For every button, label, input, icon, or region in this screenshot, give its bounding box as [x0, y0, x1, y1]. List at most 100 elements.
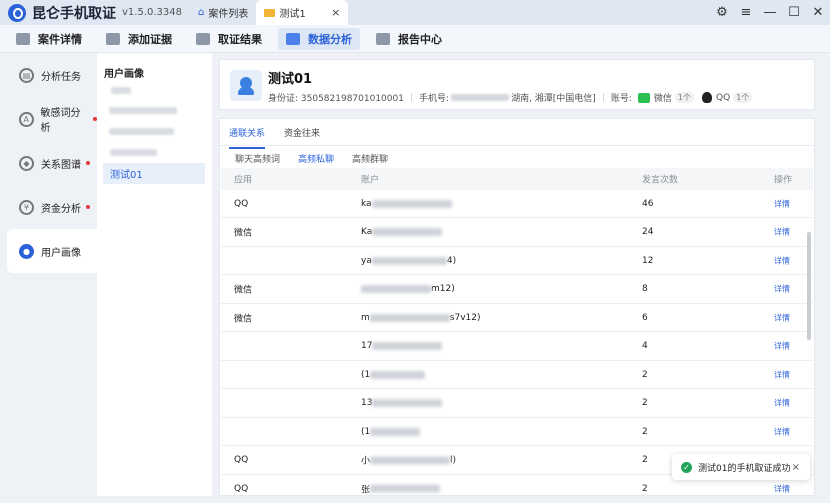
cell-account: ya 4)	[361, 256, 456, 266]
phone-location: 湖南, 湘潭[中国电信]	[511, 94, 596, 104]
funds-icon: ¥	[19, 199, 34, 215]
add-evidence-button[interactable]: 添加证据	[98, 28, 180, 50]
cell-app: QQ	[234, 455, 249, 465]
graph-icon: ◆	[19, 155, 34, 171]
account-prefix: 小	[361, 456, 371, 467]
sidebar-item-tasks[interactable]: ▤ 分析任务	[7, 53, 97, 97]
toast-message: 测试01的手机取证成功	[698, 463, 791, 474]
user-list-item-redacted[interactable]	[109, 107, 177, 114]
avatar	[230, 70, 262, 101]
scrollbar[interactable]	[807, 232, 811, 340]
details-link[interactable]: 详情	[774, 198, 790, 209]
sidebar: ▤ 分析任务 A 敏感词分析 ◆ 关系图谱 ¥ 资金分析 ● 用户画像	[0, 53, 97, 503]
sidebar-item-funds[interactable]: ¥ 资金分析	[7, 185, 97, 229]
user-list-item-redacted[interactable]	[110, 149, 157, 156]
account-redacted	[370, 427, 421, 436]
report-center-button[interactable]: 报告中心	[368, 28, 450, 50]
toolbar-label: 案件详情	[38, 32, 82, 46]
details-link[interactable]: 详情	[774, 227, 790, 238]
sidebar-item-relation-graph[interactable]: ◆ 关系图谱	[7, 141, 97, 185]
account-redacted	[371, 256, 447, 265]
toolbar-label: 报告中心	[398, 32, 442, 46]
col-account: 账户	[361, 175, 380, 186]
close-window-icon[interactable]: ✕	[806, 5, 830, 20]
account-suffix: 4)	[446, 255, 457, 266]
account-redacted	[371, 199, 452, 208]
cell-account: 17	[361, 341, 443, 351]
details-link[interactable]: 详情	[774, 426, 790, 437]
details-link[interactable]: 详情	[774, 483, 790, 494]
wechat-icon	[637, 92, 650, 103]
wechat-label[interactable]: 微信	[654, 91, 672, 104]
success-toast: ✓ 测试01的手机取证成功 ×	[672, 454, 810, 480]
maximize-icon[interactable]: ☐	[782, 5, 806, 20]
col-action: 操作	[774, 175, 793, 186]
cell-app: QQ	[234, 483, 249, 494]
user-body-icon	[238, 87, 254, 95]
table-row: 微信 Ka 24 详情	[221, 219, 813, 247]
task-icon: ▤	[19, 67, 34, 83]
separator: |	[601, 92, 605, 103]
account-suffix: m12)	[431, 284, 455, 294]
account-suffix: s7v12)	[449, 312, 481, 323]
sidebar-item-user-profile[interactable]: ● 用户画像	[7, 229, 97, 273]
details-link[interactable]: 详情	[774, 312, 790, 323]
toolbar-label: 取证结果	[218, 32, 262, 46]
table-row: 17 4 详情	[221, 333, 813, 361]
account-redacted	[372, 399, 443, 407]
home-icon: ⌂	[198, 7, 205, 18]
cell-app: QQ	[234, 198, 249, 209]
add-evidence-icon	[106, 32, 120, 45]
account-redacted	[372, 228, 443, 236]
user-list-panel: 用户画像 测试01	[97, 53, 212, 496]
close-toast-icon[interactable]: ×	[792, 462, 800, 473]
tab-test1[interactable]: 测试1 ×	[256, 0, 349, 25]
cell-count: 2	[642, 426, 648, 437]
details-link[interactable]: 详情	[774, 284, 790, 295]
tab-label: 测试1	[279, 9, 306, 20]
case-detail-button[interactable]: 案件详情	[8, 28, 90, 50]
details-link[interactable]: 详情	[774, 369, 790, 380]
account-prefix: ya	[361, 255, 372, 266]
account-prefix: 张	[361, 485, 371, 495]
id-number: 身份证: 350582198701010001	[268, 94, 404, 104]
user-list-item-selected[interactable]: 测试01	[103, 163, 205, 184]
details-link[interactable]: 详情	[774, 398, 790, 409]
cell-account: ka	[361, 199, 452, 209]
qq-icon	[702, 92, 713, 103]
details-link[interactable]: 详情	[774, 255, 790, 266]
check-icon: ✓	[681, 461, 692, 473]
user-list-item-redacted[interactable]	[109, 128, 174, 135]
tab-frequent-group-chat[interactable]: 高频群聊	[352, 152, 388, 165]
col-app: 应用	[234, 175, 253, 186]
cell-app: 微信	[234, 285, 253, 296]
cell-count: 8	[642, 284, 648, 294]
account-redacted	[370, 370, 426, 379]
result-button[interactable]: 取证结果	[188, 28, 270, 50]
account-redacted	[370, 484, 441, 493]
analysis-panel: 通联关系 资金往来 聊天高频词 高频私聊 高频群聊 应用 账户 发言次数 操作 …	[219, 118, 815, 496]
cell-count: 24	[642, 227, 654, 237]
qq-label[interactable]: QQ	[716, 93, 730, 103]
tab-chat-frequent-words[interactable]: 聊天高频词	[235, 152, 280, 165]
user-list-item-redacted[interactable]	[111, 87, 131, 94]
app-version: v1.5.0.3348	[122, 7, 182, 18]
analysis-button[interactable]: 数据分析	[278, 27, 360, 50]
sidebar-item-sensitive-words[interactable]: A 敏感词分析	[7, 97, 97, 141]
close-tab-icon[interactable]: ×	[331, 6, 340, 19]
menu-icon[interactable]: ≡	[734, 5, 758, 20]
cell-count: 46	[642, 198, 654, 209]
secondary-tabs: 聊天高频词 高频私聊 高频群聊	[235, 152, 406, 165]
table-row: (1 2 详情	[221, 361, 813, 389]
report-icon	[376, 32, 390, 45]
details-link[interactable]: 详情	[774, 341, 790, 352]
settings-icon[interactable]: ⚙	[710, 5, 734, 20]
cell-account: 张	[361, 482, 441, 495]
profile-card: 测试01 身份证: 350582198701010001 | 手机号: 湖南, …	[219, 59, 815, 110]
divider	[220, 145, 814, 146]
notification-dot	[86, 161, 90, 165]
minimize-icon[interactable]: —	[758, 5, 782, 20]
tab-case-list[interactable]: ⌂ 案件列表	[190, 0, 256, 25]
table-row: 13 2 详情	[221, 390, 813, 418]
tab-frequent-private-chat[interactable]: 高频私聊	[298, 152, 334, 165]
